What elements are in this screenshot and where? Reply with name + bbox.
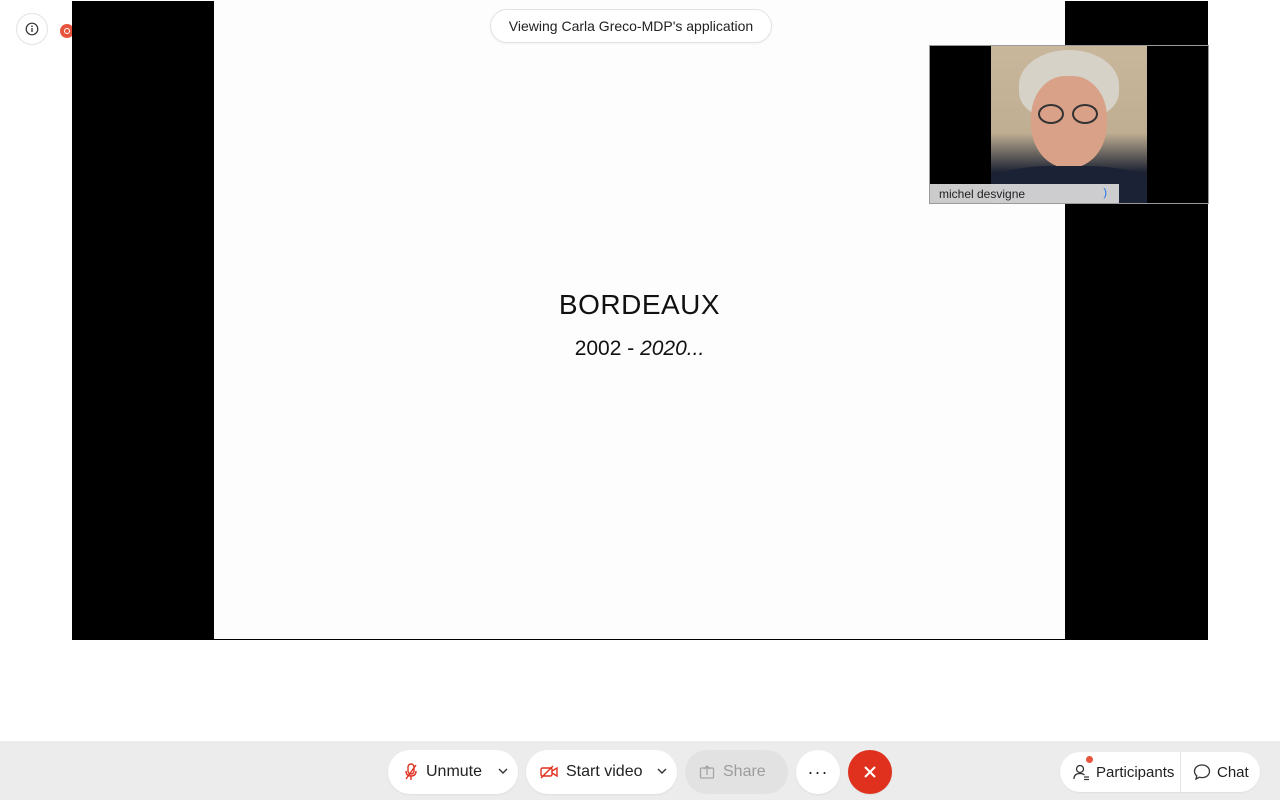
info-button[interactable] bbox=[16, 13, 48, 45]
participants-icon bbox=[1073, 764, 1089, 781]
share-label: Share bbox=[723, 763, 766, 780]
viewing-banner: Viewing Carla Greco-MDP's application bbox=[490, 9, 772, 43]
participant-name-bar: michel desvigne ) bbox=[930, 184, 1119, 203]
more-options-button[interactable]: ··· bbox=[796, 750, 840, 794]
more-options-icon: ··· bbox=[807, 761, 829, 782]
participant-video-feed bbox=[991, 46, 1147, 203]
share-button[interactable]: Share bbox=[685, 750, 788, 794]
slide-title: BORDEAUX bbox=[558, 289, 721, 320]
chat-button[interactable]: Chat bbox=[1181, 752, 1260, 792]
panel-toggle-group: Participants Chat bbox=[1060, 752, 1260, 792]
info-icon bbox=[25, 22, 39, 36]
chat-label: Chat bbox=[1217, 763, 1249, 781]
leave-meeting-button[interactable] bbox=[848, 750, 892, 794]
slide-subtitle: 2002 - 2020... bbox=[214, 337, 1065, 361]
participants-label: Participants bbox=[1096, 763, 1175, 781]
start-video-label: Start video bbox=[566, 763, 643, 780]
notification-badge bbox=[1086, 756, 1093, 763]
chevron-down-icon[interactable] bbox=[657, 764, 667, 778]
unmute-button[interactable]: Unmute bbox=[388, 750, 518, 794]
participant-name: michel desvigne bbox=[939, 187, 1026, 201]
start-video-button[interactable]: Start video bbox=[526, 750, 677, 794]
unmute-label: Unmute bbox=[426, 763, 483, 780]
video-off-icon bbox=[540, 765, 558, 779]
participants-button[interactable]: Participants bbox=[1060, 752, 1181, 792]
audio-level-icon: ) bbox=[1103, 187, 1107, 199]
chat-icon bbox=[1193, 764, 1211, 781]
close-icon bbox=[864, 766, 876, 778]
meeting-window: BORDEAUX 2002 - 2020... Viewing Carla Gr… bbox=[0, 0, 1280, 800]
muted-mic-icon bbox=[405, 763, 417, 780]
participant-video-tile[interactable]: michel desvigne ) bbox=[929, 45, 1209, 204]
chevron-down-icon[interactable] bbox=[498, 764, 508, 778]
meeting-controls-bar: Unmute Start video Share ··· Participant… bbox=[0, 741, 1280, 800]
slide-subtitle-italic: 2020... bbox=[640, 337, 705, 360]
slide-subtitle-years: 2002 - bbox=[574, 337, 641, 360]
share-icon bbox=[699, 765, 715, 779]
